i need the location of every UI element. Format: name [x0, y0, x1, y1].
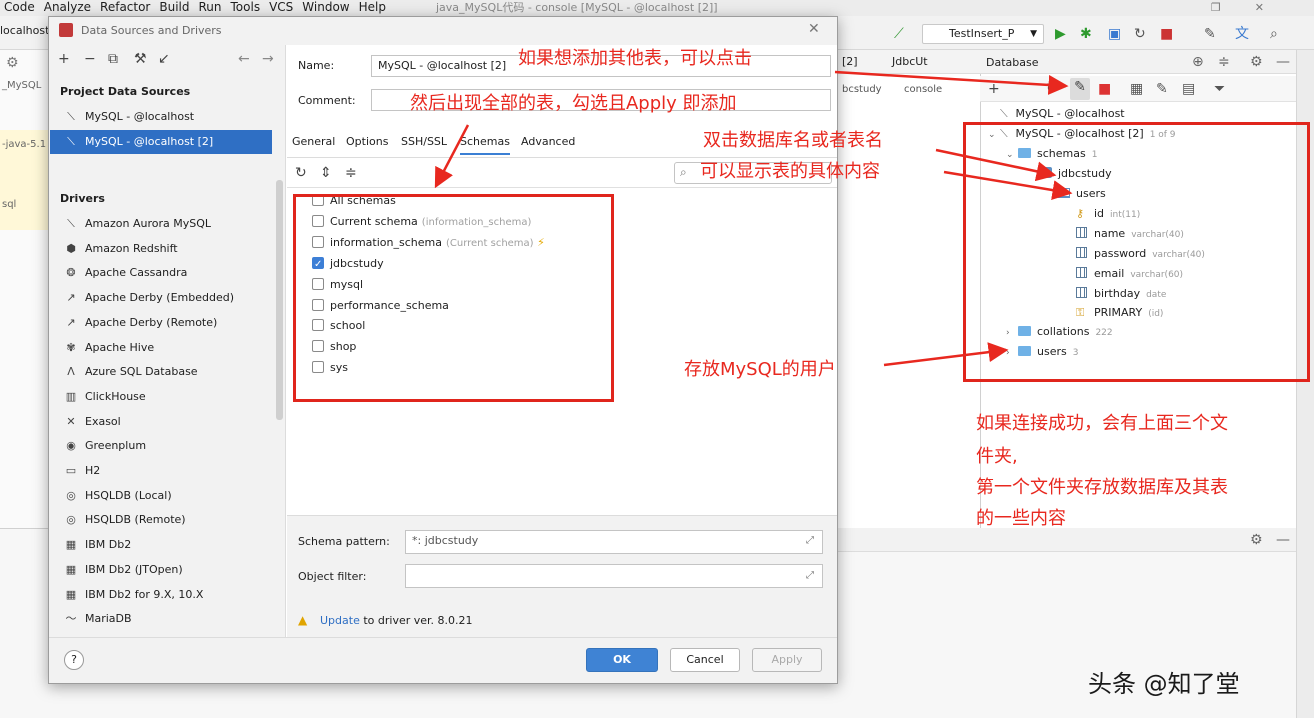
watermark: 头条 @知了堂 — [1088, 670, 1240, 698]
annotation-apply: 然后出现全部的表，勾选且Apply 即添加 — [410, 93, 737, 114]
annotation-add-tables: 如果想添加其他表，可以点击 — [518, 48, 752, 69]
arrow-to-schemas — [434, 124, 470, 189]
annotation-users: 存放MySQL的用户 — [684, 359, 836, 380]
annotation-success-1: 如果连接成功，会有上面三个文 — [976, 413, 1228, 434]
arrow-to-users-folder — [883, 342, 1009, 367]
annotation-success-3: 第一个文件夹存放数据库及其表 — [976, 477, 1228, 498]
annotation-success-4: 的一些内容 — [976, 508, 1066, 529]
arrow-to-jdbcstudy — [935, 148, 1057, 182]
arrow-to-properties — [834, 70, 1069, 95]
annotation-success-2: 件夹, — [976, 446, 1018, 467]
annotation-double-click-2: 可以显示表的具体内容 — [700, 161, 880, 182]
annotation-double-click-1: 双击数据库名或者表名 — [703, 130, 883, 151]
